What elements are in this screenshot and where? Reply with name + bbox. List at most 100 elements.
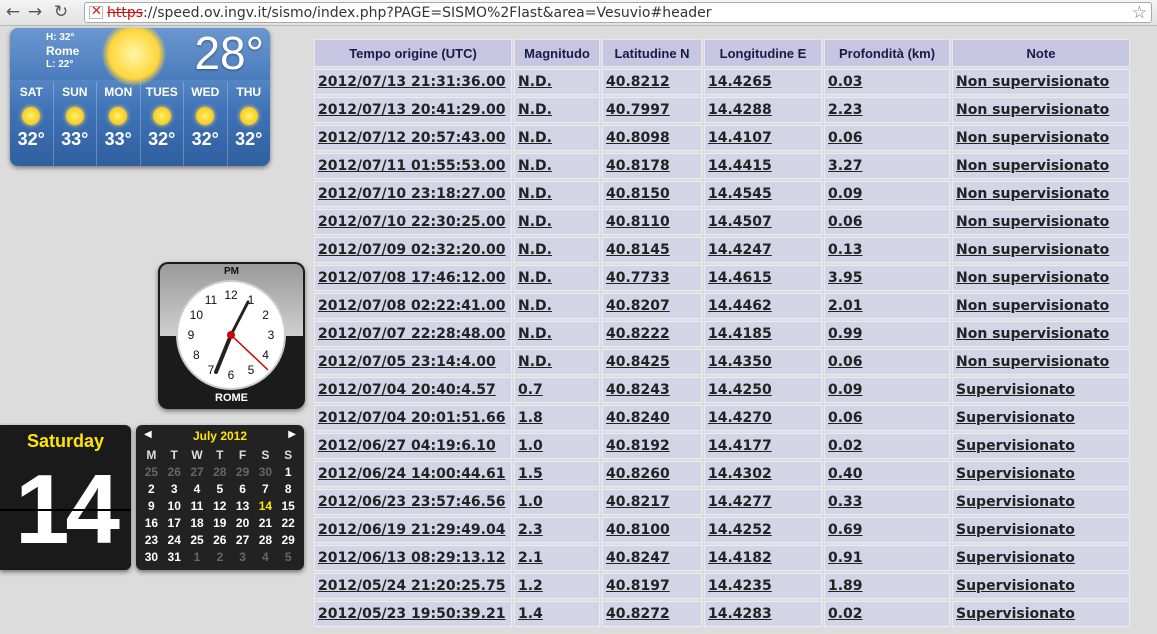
calendar-day[interactable]: 29: [231, 464, 254, 481]
cell-link[interactable]: 2012/07/08 17:46:12.00: [318, 270, 505, 286]
cell-link[interactable]: Non supervisionato: [956, 130, 1109, 146]
column-header[interactable]: Profondità (km): [824, 39, 950, 67]
calendar-day[interactable]: 10: [163, 498, 186, 515]
cell-link[interactable]: 0.40: [828, 466, 863, 482]
cell-link[interactable]: 40.8098: [606, 130, 670, 146]
cell-link[interactable]: 40.8197: [606, 578, 670, 594]
cell-link[interactable]: 0.09: [828, 186, 863, 202]
calendar-day[interactable]: 30: [254, 464, 277, 481]
calendar-day[interactable]: 28: [254, 532, 277, 549]
cell-link[interactable]: N.D.: [518, 214, 552, 230]
cell-link[interactable]: 0.06: [828, 214, 863, 230]
reload-icon[interactable]: ↻: [50, 1, 72, 23]
cell-link[interactable]: Non supervisionato: [956, 158, 1109, 174]
calendar-day[interactable]: 17: [163, 515, 186, 532]
cell-link[interactable]: Non supervisionato: [956, 270, 1109, 286]
cell-link[interactable]: Non supervisionato: [956, 102, 1109, 118]
cell-link[interactable]: 14.4507: [708, 214, 772, 230]
calendar-day[interactable]: 7: [254, 481, 277, 498]
cell-link[interactable]: 2012/05/24 21:20:25.75: [318, 578, 505, 594]
cell-link[interactable]: 2.1: [518, 550, 543, 566]
cell-link[interactable]: 2012/06/24 14:00:44.61: [318, 466, 505, 482]
cell-link[interactable]: 0.09: [828, 382, 863, 398]
cell-link[interactable]: 14.4462: [708, 298, 772, 314]
calendar-day[interactable]: 12: [208, 498, 231, 515]
cell-link[interactable]: 0.06: [828, 130, 863, 146]
cell-link[interactable]: 14.4265: [708, 74, 772, 90]
weather-widget[interactable]: H: 32° Rome L: 22° 28° SAT 32° SUN 33° MON…: [10, 28, 270, 166]
cell-link[interactable]: 14.4247: [708, 242, 772, 258]
cell-link[interactable]: 40.8212: [606, 74, 670, 90]
cell-link[interactable]: Supervisionato: [956, 438, 1075, 454]
calendar-day[interactable]: 4: [186, 481, 209, 498]
cell-link[interactable]: 2012/07/11 01:55:53.00: [318, 158, 505, 174]
cell-link[interactable]: 0.69: [828, 522, 863, 538]
bookmark-star-icon[interactable]: ☆: [1132, 3, 1147, 23]
cell-link[interactable]: 40.8272: [606, 606, 670, 622]
cell-link[interactable]: 1.0: [518, 494, 543, 510]
calendar-day[interactable]: 9: [140, 498, 163, 515]
cell-link[interactable]: 2012/07/13 21:31:36.00: [318, 74, 505, 90]
calendar-day[interactable]: 21: [254, 515, 277, 532]
cell-link[interactable]: 14.4270: [708, 410, 772, 426]
cell-link[interactable]: 2012/06/23 23:57:46.56: [318, 494, 505, 510]
cell-link[interactable]: 14.4252: [708, 522, 772, 538]
calendar-day[interactable]: 31: [163, 549, 186, 566]
cell-link[interactable]: 1.5: [518, 466, 543, 482]
calendar-day[interactable]: 19: [208, 515, 231, 532]
cell-link[interactable]: Supervisionato: [956, 382, 1075, 398]
clock-widget[interactable]: PM 12 1 2 3 4 5 6 7 8 9 10 11 ROME: [158, 262, 305, 409]
cell-link[interactable]: 2012/07/08 02:22:41.00: [318, 298, 505, 314]
cell-link[interactable]: 14.4177: [708, 438, 772, 454]
back-arrow-icon[interactable]: ←: [2, 1, 24, 23]
calendar-day[interactable]: 1: [277, 464, 300, 481]
cell-link[interactable]: 40.8178: [606, 158, 670, 174]
cell-link[interactable]: N.D.: [518, 186, 552, 202]
calendar-day[interactable]: 30: [140, 549, 163, 566]
cell-link[interactable]: 0.99: [828, 326, 863, 342]
cell-link[interactable]: 14.4283: [708, 606, 772, 622]
calendar-day[interactable]: 22: [277, 515, 300, 532]
cell-link[interactable]: 2012/07/12 20:57:43.00: [318, 130, 505, 146]
cell-link[interactable]: Non supervisionato: [956, 298, 1109, 314]
calendar-day[interactable]: 5: [277, 549, 300, 566]
calendar-day[interactable]: 13: [231, 498, 254, 515]
cell-link[interactable]: 14.4185: [708, 326, 772, 342]
calendar-day[interactable]: 3: [231, 549, 254, 566]
calendar-day[interactable]: 25: [140, 464, 163, 481]
address-bar[interactable]: https://speed.ov.ingv.it/sismo/index.php…: [84, 2, 1152, 23]
cell-link[interactable]: 40.7733: [606, 270, 670, 286]
cell-link[interactable]: Supervisionato: [956, 606, 1075, 622]
cell-link[interactable]: 1.4: [518, 606, 543, 622]
cell-link[interactable]: 1.0: [518, 438, 543, 454]
cell-link[interactable]: 3.95: [828, 270, 863, 286]
cell-link[interactable]: N.D.: [518, 298, 552, 314]
cell-link[interactable]: 14.4615: [708, 270, 772, 286]
cell-link[interactable]: 0.02: [828, 438, 863, 454]
flip-calendar-widget[interactable]: Saturday 14: [0, 425, 131, 570]
calendar-day[interactable]: 15: [277, 498, 300, 515]
column-header[interactable]: Latitudine N: [602, 39, 702, 67]
cell-link[interactable]: N.D.: [518, 354, 552, 370]
cell-link[interactable]: N.D.: [518, 326, 552, 342]
cell-link[interactable]: 14.4350: [708, 354, 772, 370]
cell-link[interactable]: 2012/06/13 08:29:13.12: [318, 550, 505, 566]
cell-link[interactable]: N.D.: [518, 102, 552, 118]
cell-link[interactable]: 1.89: [828, 578, 863, 594]
next-month-icon[interactable]: ▶: [288, 429, 296, 440]
calendar-day[interactable]: 14: [254, 498, 277, 515]
cell-link[interactable]: 2012/07/10 22:30:25.00: [318, 214, 505, 230]
column-header[interactable]: Magnitudo: [514, 39, 600, 67]
month-calendar-widget[interactable]: ◀ July 2012 ▶ M T W T F S S 25 26 27 28 29 30 1 2 3 4 5 6 7…: [136, 425, 304, 570]
calendar-day[interactable]: 2: [140, 481, 163, 498]
cell-link[interactable]: 14.4288: [708, 102, 772, 118]
cell-link[interactable]: 40.8247: [606, 550, 670, 566]
calendar-day[interactable]: 28: [208, 464, 231, 481]
cell-link[interactable]: 0.06: [828, 410, 863, 426]
cell-link[interactable]: 40.8110: [606, 214, 670, 230]
cell-link[interactable]: N.D.: [518, 242, 552, 258]
cell-link[interactable]: 40.8150: [606, 186, 670, 202]
cell-link[interactable]: 2012/05/23 19:50:39.21: [318, 606, 505, 622]
cell-link[interactable]: Non supervisionato: [956, 186, 1109, 202]
cell-link[interactable]: 40.7997: [606, 102, 670, 118]
